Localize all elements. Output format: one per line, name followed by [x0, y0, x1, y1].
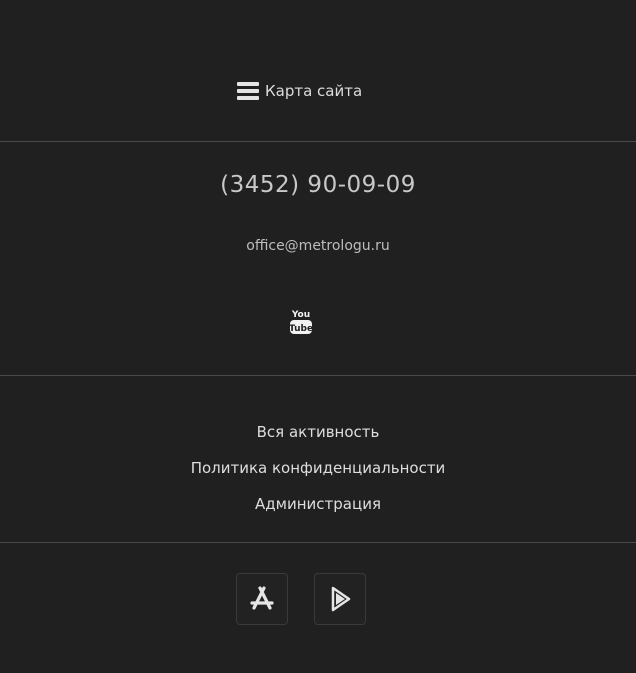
- youtube-icon: You Tube: [289, 310, 313, 334]
- phone-link[interactable]: (3452) 90-09-09: [0, 172, 636, 198]
- app-store-button[interactable]: [236, 573, 288, 625]
- link-all-activity[interactable]: Вся активность: [257, 414, 380, 450]
- sitemap-section: Карта сайта: [0, 0, 636, 141]
- contacts-section: (3452) 90-09-09 office@metrologu.ru You …: [0, 142, 636, 375]
- footer-links-section: Вся активность Политика конфиденциальнос…: [0, 376, 636, 542]
- youtube-link[interactable]: You Tube: [289, 307, 313, 337]
- apps-section: [0, 543, 636, 673]
- link-privacy-policy[interactable]: Политика конфиденциальности: [191, 450, 446, 486]
- sitemap-label: Карта сайта: [265, 82, 363, 100]
- email-link[interactable]: office@metrologu.ru: [0, 238, 636, 254]
- app-store-icon: [250, 586, 274, 610]
- google-play-icon: [331, 586, 351, 612]
- link-administration[interactable]: Администрация: [255, 486, 381, 522]
- youtube-tube-text: Tube: [289, 324, 313, 334]
- sitemap-link[interactable]: Карта сайта: [237, 82, 362, 100]
- hamburger-icon: [237, 82, 259, 100]
- youtube-you-text: You: [291, 310, 310, 320]
- footer-links: Вся активность Политика конфиденциальнос…: [0, 414, 636, 522]
- google-play-button[interactable]: [314, 573, 366, 625]
- site-footer: Карта сайта (3452) 90-09-09 office@metro…: [0, 0, 636, 673]
